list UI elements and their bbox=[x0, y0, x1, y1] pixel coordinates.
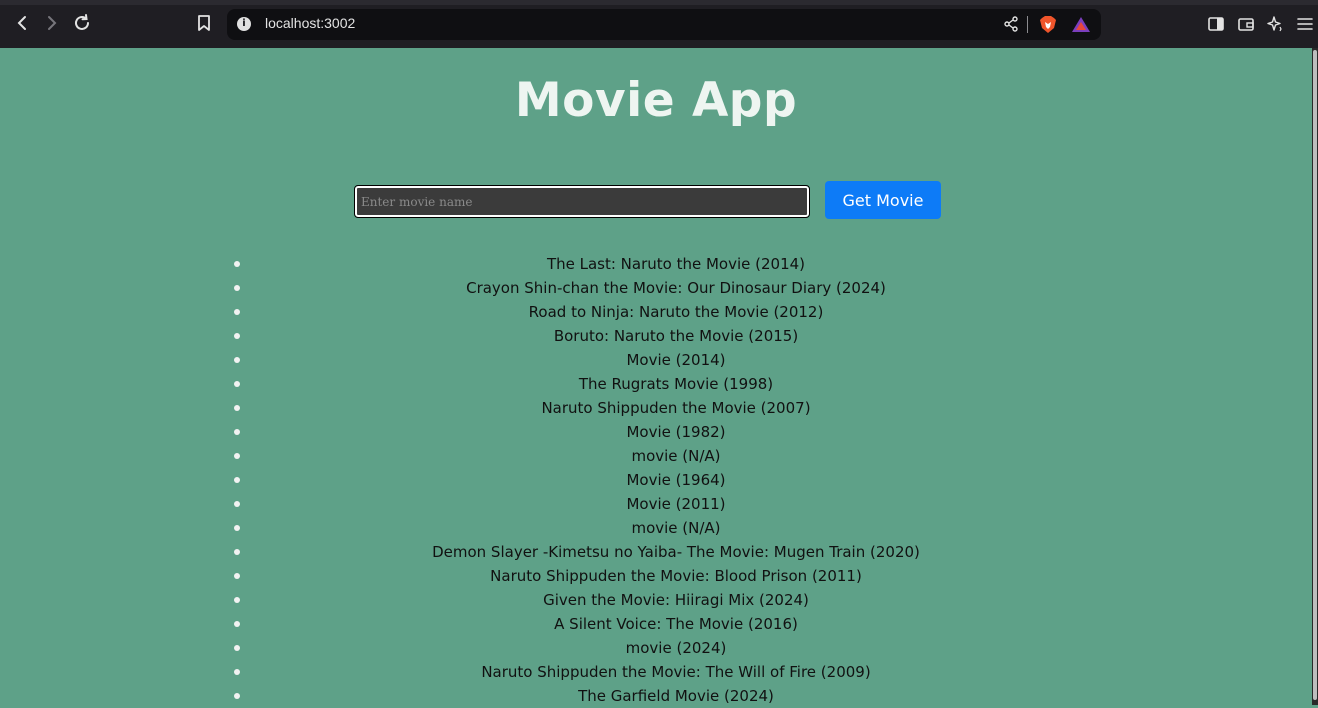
share-icon[interactable] bbox=[1003, 16, 1019, 32]
movie-title: Naruto Shippuden the Movie: The Will of … bbox=[481, 663, 871, 681]
movie-list-item: movie (2024) bbox=[220, 636, 1132, 660]
movie-title: The Rugrats Movie (1998) bbox=[578, 375, 774, 393]
movie-list-item: Naruto Shippuden the Movie: Blood Prison… bbox=[220, 564, 1132, 588]
brave-shields-icon[interactable] bbox=[1039, 15, 1057, 34]
bullet-icon bbox=[234, 501, 240, 507]
bullet-icon bbox=[234, 309, 240, 315]
bullet-icon bbox=[234, 261, 240, 267]
movie-title: Crayon Shin-chan the Movie: Our Dinosaur… bbox=[466, 279, 886, 297]
brave-rewards-icon[interactable] bbox=[1071, 16, 1091, 33]
bullet-icon bbox=[234, 429, 240, 435]
movie-title: Given the Movie: Hiiragi Mix (2024) bbox=[543, 591, 809, 609]
movie-title: Movie (2014) bbox=[626, 351, 726, 369]
movie-list-item: Movie (2014) bbox=[220, 348, 1132, 372]
movie-title: Naruto Shippuden the Movie (2007) bbox=[541, 399, 811, 417]
movie-list-item: Movie (1982) bbox=[220, 420, 1132, 444]
movie-title: Movie (2011) bbox=[626, 495, 726, 513]
movie-title: Naruto Shippuden the Movie: Blood Prison… bbox=[490, 567, 862, 585]
page-content: Movie App Get Movie The Last: Naruto the… bbox=[0, 48, 1312, 705]
movie-title: Boruto: Naruto the Movie (2015) bbox=[553, 327, 799, 345]
movie-list-item: Road to Ninja: Naruto the Movie (2012) bbox=[220, 300, 1132, 324]
movie-search-input[interactable] bbox=[354, 185, 810, 218]
movie-list-item: A Silent Voice: The Movie (2016) bbox=[220, 612, 1132, 636]
movie-list-item: Naruto Shippuden the Movie: The Will of … bbox=[220, 660, 1132, 684]
wallet-icon[interactable] bbox=[1237, 15, 1255, 33]
bullet-icon bbox=[234, 405, 240, 411]
movie-list-item: Movie (2011) bbox=[220, 492, 1132, 516]
address-bar[interactable]: i localhost:3002 bbox=[227, 9, 1101, 40]
bullet-icon bbox=[234, 285, 240, 291]
movie-title: movie (2024) bbox=[625, 639, 727, 657]
movie-title: movie (N/A) bbox=[631, 447, 721, 465]
movie-list-item: Movie (1964) bbox=[220, 468, 1132, 492]
movie-list-item: movie (N/A) bbox=[220, 516, 1132, 540]
movie-title: Movie (1964) bbox=[626, 471, 726, 489]
bullet-icon bbox=[234, 453, 240, 459]
bullet-icon bbox=[234, 669, 240, 675]
movie-list-item: Naruto Shippuden the Movie (2007) bbox=[220, 396, 1132, 420]
sidebar-toggle-icon[interactable] bbox=[1207, 15, 1225, 33]
scrollbar-thumb[interactable] bbox=[1313, 50, 1317, 700]
movie-list-item: movie (N/A) bbox=[220, 444, 1132, 468]
bullet-icon bbox=[234, 597, 240, 603]
tab-strip bbox=[0, 0, 1318, 5]
bullet-icon bbox=[234, 693, 240, 699]
movie-title: The Garfield Movie (2024) bbox=[578, 687, 774, 705]
menu-icon[interactable] bbox=[1296, 15, 1314, 33]
bullet-icon bbox=[234, 549, 240, 555]
movie-title: The Last: Naruto the Movie (2014) bbox=[546, 255, 806, 273]
forward-icon[interactable] bbox=[41, 12, 63, 34]
reload-icon[interactable] bbox=[71, 12, 93, 34]
page-scrollbar[interactable] bbox=[1312, 48, 1318, 705]
bullet-icon bbox=[234, 621, 240, 627]
bullet-icon bbox=[234, 525, 240, 531]
bullet-icon bbox=[234, 381, 240, 387]
bullet-icon bbox=[234, 357, 240, 363]
movie-title: Demon Slayer -Kimetsu no Yaiba- The Movi… bbox=[432, 543, 920, 561]
movie-list-item: Crayon Shin-chan the Movie: Our Dinosaur… bbox=[220, 276, 1132, 300]
back-icon[interactable] bbox=[11, 12, 33, 34]
movie-list-item: Given the Movie: Hiiragi Mix (2024) bbox=[220, 588, 1132, 612]
page-title: Movie App bbox=[514, 73, 798, 128]
movie-list-item: The Rugrats Movie (1998) bbox=[220, 372, 1132, 396]
movie-list: The Last: Naruto the Movie (2014) Crayon … bbox=[220, 252, 1132, 708]
browser-toolbar: i localhost:3002 bbox=[0, 0, 1318, 48]
movie-list-item: The Garfield Movie (2024) bbox=[220, 684, 1132, 708]
bullet-icon bbox=[234, 573, 240, 579]
movie-title: movie (N/A) bbox=[631, 519, 721, 537]
movie-list-item: Demon Slayer -Kimetsu no Yaiba- The Movi… bbox=[220, 540, 1132, 564]
site-info-icon[interactable]: i bbox=[237, 17, 251, 31]
get-movie-button[interactable]: Get Movie bbox=[825, 181, 941, 219]
movie-title: Road to Ninja: Naruto the Movie (2012) bbox=[528, 303, 824, 321]
address-divider bbox=[1027, 16, 1028, 33]
movie-list-item: Boruto: Naruto the Movie (2015) bbox=[220, 324, 1132, 348]
bookmark-icon[interactable] bbox=[194, 13, 214, 33]
leo-ai-icon[interactable] bbox=[1266, 15, 1284, 33]
movie-title: Movie (1982) bbox=[626, 423, 726, 441]
bullet-icon bbox=[234, 645, 240, 651]
bullet-icon bbox=[234, 477, 240, 483]
url-text[interactable]: localhost:3002 bbox=[265, 15, 355, 31]
movie-title: A Silent Voice: The Movie (2016) bbox=[554, 615, 798, 633]
bullet-icon bbox=[234, 333, 240, 339]
movie-list-item: The Last: Naruto the Movie (2014) bbox=[220, 252, 1132, 276]
